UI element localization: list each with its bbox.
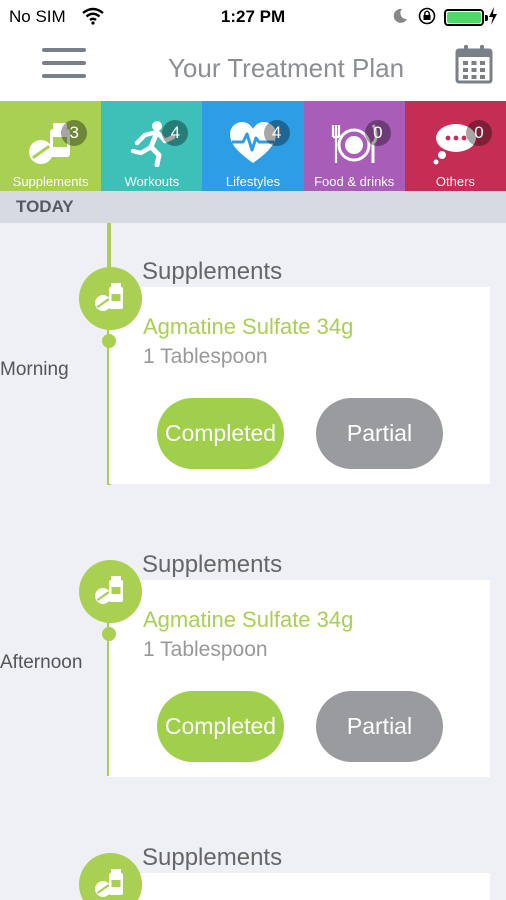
timeline-dot: [102, 627, 116, 641]
page-title: Your Treatment Plan: [167, 53, 405, 83]
tab-label: Supplements: [12, 174, 89, 189]
tab-others[interactable]: 0 Others: [404, 101, 506, 191]
tab-label: Workouts: [124, 174, 180, 189]
tab-supplements[interactable]: 3 Supplements: [0, 101, 102, 191]
completed-button[interactable]: Completed: [157, 691, 284, 762]
tab-food-drinks[interactable]: 0 Food & drinks: [303, 101, 405, 191]
treatment-item-name: Agmatine Sulfate 34g: [143, 314, 354, 339]
others-count-badge: 0: [466, 120, 493, 146]
time-of-day-label: Afternoon: [0, 652, 83, 673]
tab-label: Food & drinks: [314, 174, 395, 189]
category-tabs: 3 Supplements 4 Workouts 4 Lifestyles 0 …: [0, 101, 506, 191]
battery-icon: [444, 9, 488, 26]
entry-category-title: Supplements: [142, 258, 283, 285]
entry-category-title: Supplements: [142, 844, 283, 871]
calendar-icon[interactable]: [455, 44, 493, 84]
moon-icon: [393, 8, 407, 23]
completed-button[interactable]: Completed: [157, 398, 284, 469]
status-bar: No SIM 1:27 PM: [0, 0, 506, 36]
partial-button[interactable]: Partial: [316, 691, 443, 762]
time-of-day-label: Morning: [0, 359, 69, 380]
timeline-dot: [102, 334, 116, 348]
supplement-circle-icon: [79, 853, 142, 900]
treatment-item-name: Agmatine Sulfate 34g: [143, 607, 354, 632]
rotation-lock-icon: [418, 7, 436, 25]
supplement-circle-icon: [79, 267, 142, 330]
app-header: Your Treatment Plan: [0, 36, 506, 101]
tab-label: Others: [435, 174, 475, 189]
supplements-count-badge: 3: [61, 120, 88, 146]
treatment-dose: 1 Tablespoon: [143, 345, 268, 368]
lifestyles-count-badge: 4: [263, 120, 290, 146]
partial-button[interactable]: Partial: [316, 398, 443, 469]
charging-bolt-icon: [489, 7, 497, 25]
workouts-count-badge: 4: [162, 120, 189, 146]
treatment-card: [109, 873, 490, 900]
tab-lifestyles[interactable]: 4 Lifestyles: [202, 101, 304, 191]
tab-workouts[interactable]: 4 Workouts: [101, 101, 203, 191]
today-label: TODAY: [16, 197, 74, 216]
entry-category-title: Supplements: [142, 551, 283, 578]
today-section-header: TODAY: [0, 191, 506, 223]
treatment-card: Agmatine Sulfate 34g 1 Tablespoon Comple…: [109, 287, 490, 484]
tab-label: Lifestyles: [225, 174, 281, 189]
food-drinks-count-badge: 0: [364, 120, 391, 146]
treatment-card: Agmatine Sulfate 34g 1 Tablespoon Comple…: [109, 580, 490, 777]
treatment-dose: 1 Tablespoon: [143, 638, 268, 661]
supplement-circle-icon: [79, 560, 142, 623]
